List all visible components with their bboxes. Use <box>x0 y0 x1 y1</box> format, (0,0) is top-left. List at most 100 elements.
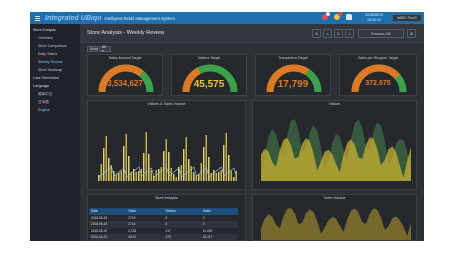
sidebar-item-lang-zh[interactable]: 简体中文 <box>38 92 52 97</box>
chart-bar <box>118 173 120 181</box>
table-cell: 11,028 <box>202 228 213 233</box>
sidebar-item-store-analysis[interactable]: Store Analysis <box>33 28 56 32</box>
sidebar-item-overview[interactable]: Overview <box>38 36 53 40</box>
sidebar-item-store-comparison[interactable]: Store Comparison <box>38 44 67 48</box>
chart-bar <box>138 171 140 181</box>
gauge-graphic <box>182 64 238 93</box>
chart-visitors-sales: Visitors & Sales Volume <box>87 100 246 190</box>
data-table: Date Visits Visitors Sales 2018-06-18 27… <box>89 208 238 241</box>
gauge-graphic <box>98 64 154 93</box>
table-cell: 0 <box>202 222 205 227</box>
col-date-header[interactable]: Date <box>89 209 126 213</box>
chart-bar <box>215 173 217 181</box>
chart-bar <box>120 171 122 181</box>
table-cell: 275 <box>165 235 171 240</box>
chart-bar <box>128 156 130 181</box>
chart-bar <box>160 167 162 181</box>
prev-button[interactable]: < <box>323 29 332 38</box>
chart-bar <box>233 177 235 181</box>
account-button[interactable]: WMS: Pro41 <box>392 14 422 22</box>
settings-icon[interactable]: ⚙ <box>407 29 416 38</box>
clock-time: 15:42:12 <box>367 17 381 22</box>
store-analysis-table: Store Analysis Date Visits Visitors Sale… <box>87 194 246 241</box>
chart-bar <box>208 157 210 181</box>
menu-icon[interactable] <box>32 12 42 24</box>
chart-bar <box>188 159 190 181</box>
chart-bar <box>123 146 125 181</box>
table-cell: 2716 <box>128 215 136 220</box>
chart-bar <box>213 170 215 181</box>
brand-logo: Integrated UBiqo <box>45 14 102 22</box>
chart-bar <box>185 137 187 181</box>
chart-bar <box>143 153 145 181</box>
chart-status: Visitors <box>252 100 417 190</box>
chart-sales-volume: Sales Volume <box>252 194 417 241</box>
chart-bar <box>173 174 175 181</box>
chart-bar <box>135 172 137 181</box>
col-sales-header[interactable]: Sales <box>201 209 238 213</box>
next-button[interactable]: > <box>345 29 354 38</box>
filter-bar: Store All ▾ <box>80 43 424 53</box>
sidebar-item-loss-prevention[interactable]: Loss Prevention <box>33 76 59 80</box>
chart-bar <box>105 136 107 181</box>
area-chart <box>261 119 411 181</box>
sidebar-item-lang-ja[interactable]: 日本語 <box>38 100 49 105</box>
gauge-value: 3,534,627 <box>107 79 143 88</box>
chart-bar <box>175 177 177 181</box>
gauge-visitors: Visitors Target 45,575 <box>171 54 247 96</box>
sidebar-item-lang-en[interactable]: English <box>38 108 50 112</box>
col-visits-header[interactable]: Visits <box>126 209 163 213</box>
chart-bar <box>193 172 195 181</box>
chart-bar <box>228 155 230 181</box>
table-cell: 40.57 <box>128 235 137 240</box>
period-select[interactable]: Previous 4W <box>358 29 404 38</box>
top-bar: Integrated UBiqo Intelligent Retail Mana… <box>30 12 424 24</box>
gauge-transaction: Transaction Target 17,799 <box>255 54 331 96</box>
chart-bar <box>145 132 147 181</box>
all-filter[interactable]: All ▾ <box>99 45 111 53</box>
gauge-graphic <box>351 64 407 93</box>
gauge-sales-amount: Sales Amount Target 3,534,627 <box>87 54 163 96</box>
chart-bar <box>203 147 205 181</box>
gauge-value: 45,575 <box>193 79 225 90</box>
table-cell: 2,135 <box>128 228 137 233</box>
chart-bar <box>100 164 102 181</box>
chart-bar <box>115 174 117 181</box>
shopping-bag-icon[interactable] <box>321 12 330 22</box>
table-row[interactable]: 2018-06-21 40.57 275 22,117 <box>89 234 238 241</box>
sidebar-item-weekly-review[interactable]: Weekly Review <box>38 60 63 64</box>
col-visitors-header[interactable]: Visitors <box>164 209 201 213</box>
sidebar: Store Analysis Overview Store Comparison… <box>30 24 80 241</box>
user-icon[interactable] <box>345 13 353 22</box>
chart-bar <box>198 174 200 181</box>
chart-bar <box>98 175 100 181</box>
refresh-icon[interactable]: ⟲ <box>312 29 321 38</box>
sidebar-item-daily-status[interactable]: Daily Status <box>38 52 57 56</box>
chart-bar <box>180 165 182 181</box>
area-chart-bottom <box>261 207 411 240</box>
page-header: Store Analysis - Weekly Review ⟲ < ↻ > P… <box>80 24 424 43</box>
reload-icon[interactable]: ↻ <box>334 29 343 38</box>
chart-bar <box>150 170 152 181</box>
chart-bar <box>220 170 222 181</box>
top-icons <box>321 12 353 22</box>
table-cell: 2018-06-21 <box>91 235 108 240</box>
table-cell: 2716 <box>128 222 136 227</box>
chart-bar <box>148 154 150 181</box>
gauge-sales-per-shopper: Sales per Shopper Target 372,675 <box>339 54 417 96</box>
sidebar-item-language[interactable]: Language <box>33 84 49 88</box>
table-cell: 22,117 <box>202 235 213 240</box>
main-content: Store Analysis - Weekly Review ⟲ < ↻ > P… <box>80 24 424 241</box>
chart-bar <box>103 148 105 181</box>
area-sales-volume <box>261 207 411 240</box>
clock-date: 2018/08/19 <box>365 13 383 17</box>
table-cell: 217 <box>165 228 171 233</box>
chart-bar <box>163 151 165 181</box>
sidebar-item-store-heatmap[interactable]: Store Heatmap <box>38 68 62 72</box>
table-cell: 0 <box>202 215 205 220</box>
table-cell: 2018-06-19 <box>91 222 108 227</box>
alert-icon[interactable] <box>333 12 342 22</box>
table-cell: 5 <box>165 222 168 227</box>
store-filter[interactable]: Store <box>87 46 98 52</box>
table-cell: 8 <box>165 215 168 220</box>
